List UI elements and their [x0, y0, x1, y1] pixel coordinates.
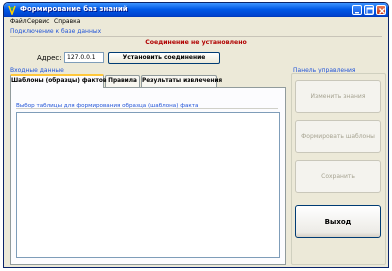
menu-help[interactable]: Справка	[54, 18, 80, 25]
window-title: Формирование баз знаний	[20, 5, 128, 13]
close-button[interactable]	[376, 5, 386, 15]
tab-rules[interactable]: Правила	[105, 75, 140, 87]
connection-group-label: Подключение к базе данных	[10, 28, 102, 35]
connection-group-divider	[10, 36, 382, 37]
tab-panel: Выбор таблицы для формирования образца (…	[10, 87, 286, 265]
menu-service[interactable]: Сервис	[27, 18, 49, 25]
connection-status: Соединение не установлено	[145, 39, 247, 46]
table-list[interactable]	[16, 112, 280, 258]
main-window: Формирование баз знаний Файл Сервис Спра…	[3, 2, 389, 268]
input-data-group-label: Входные данные	[10, 67, 64, 74]
minimize-button[interactable]	[352, 5, 362, 15]
tab-extraction-results[interactable]: Результаты извлечения	[141, 75, 222, 87]
title-bar[interactable]: Формирование баз знаний	[4, 3, 388, 17]
address-label: Адрес:	[37, 54, 62, 62]
table-selection-divider	[16, 108, 278, 109]
connect-button[interactable]: Установить соединение	[108, 52, 220, 64]
menu-bar: Файл Сервис Справка	[4, 17, 388, 26]
menu-file[interactable]: Файл	[10, 18, 27, 25]
save-button[interactable]: Сохранить	[295, 160, 381, 193]
address-input[interactable]	[64, 52, 104, 63]
exit-button[interactable]: Выход	[295, 205, 381, 238]
form-templates-button[interactable]: Формировать шаблоны	[295, 120, 381, 153]
maximize-button[interactable]	[364, 5, 374, 15]
edit-knowledge-button[interactable]: Изменить знания	[295, 80, 381, 113]
app-logo-icon	[7, 5, 17, 17]
tab-fact-templates[interactable]: Шаблоны (образцы) фактов	[10, 74, 107, 88]
